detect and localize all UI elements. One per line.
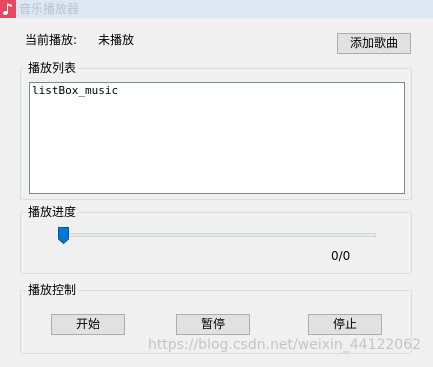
list-item[interactable]: listBox_music xyxy=(32,84,118,98)
progress-group-title: 播放进度 xyxy=(26,205,79,219)
window-title: 音乐播放器 xyxy=(19,2,80,16)
start-button[interactable]: 开始 xyxy=(51,314,125,335)
playlist-group-title: 播放列表 xyxy=(26,61,79,75)
add-song-button[interactable]: 添加歌曲 xyxy=(337,33,411,54)
stop-button[interactable]: 停止 xyxy=(308,314,382,335)
pause-button[interactable]: 暂停 xyxy=(176,314,250,335)
playlist-group: 播放列表 listBox_music xyxy=(20,61,412,200)
playback-control-group-title: 播放控制 xyxy=(26,283,79,297)
progress-group: 播放进度 0/0 xyxy=(20,205,412,274)
progress-slider-track[interactable] xyxy=(58,233,376,237)
now-playing-label: 当前播放: xyxy=(25,33,78,47)
progress-time-text: 0/0 xyxy=(331,249,351,263)
playlist-listbox[interactable]: listBox_music xyxy=(29,82,405,194)
now-playing-value: 未播放 xyxy=(98,33,135,47)
progress-slider-thumb[interactable] xyxy=(58,227,69,247)
music-note-icon xyxy=(0,0,16,18)
title-bar: 音乐播放器 xyxy=(0,0,433,18)
music-player-window: 音乐播放器 当前播放: 未播放 添加歌曲 播放列表 listBox_music … xyxy=(0,0,433,367)
watermark-text: https://blog.csdn.net/weixin_44122062 xyxy=(148,337,422,353)
